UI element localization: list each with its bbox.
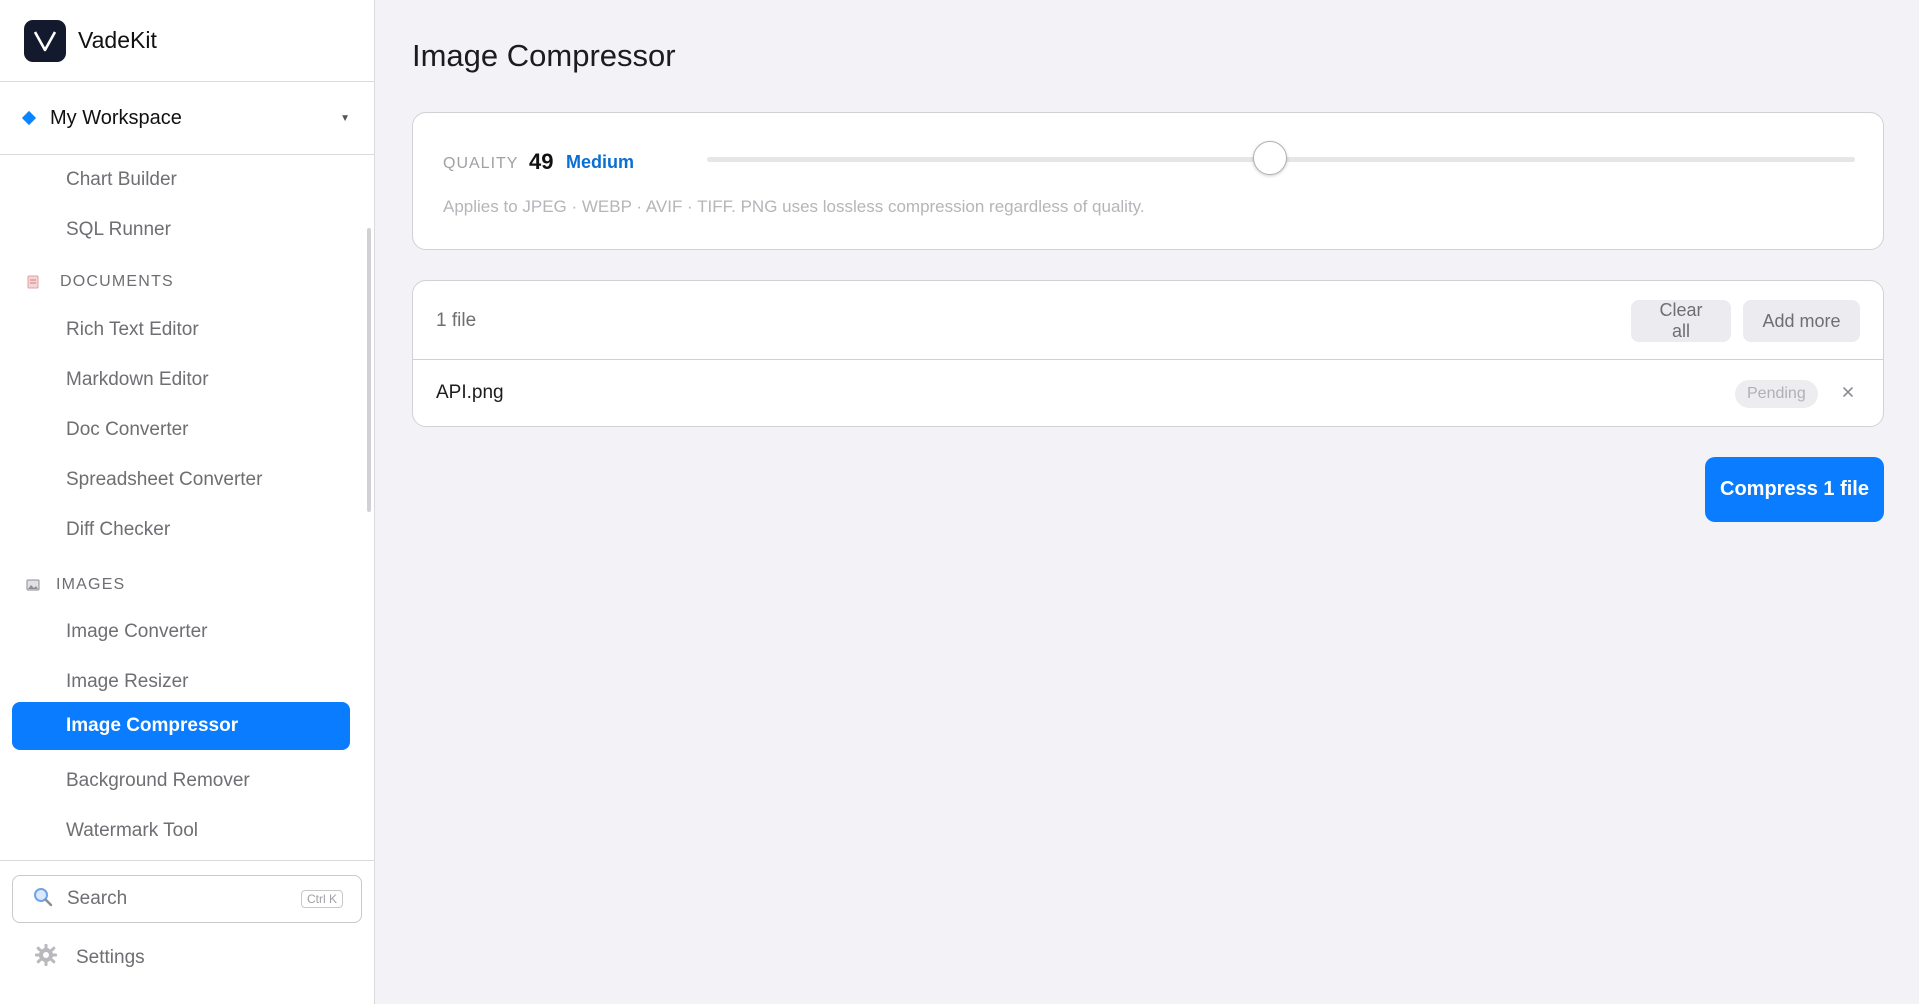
workspace-name: My Workspace (50, 106, 182, 129)
search-shortcut: Ctrl K (301, 890, 343, 908)
sidebar-item-doc-converter[interactable]: Doc Converter (12, 406, 350, 454)
section-header-documents: DOCUMENTS (26, 273, 174, 291)
file-row: API.png Pending (413, 360, 1883, 426)
quality-slider-thumb[interactable] (1252, 141, 1287, 175)
document-icon (26, 275, 40, 289)
diamond-icon (21, 110, 37, 126)
section-title: DOCUMENTS (60, 273, 174, 290)
caret-down-icon: ▼ (340, 112, 350, 124)
search-label: Search (67, 888, 128, 909)
brand: VadeKit (0, 0, 374, 82)
section-title: IMAGES (56, 576, 126, 593)
section-header-images: IMAGES (26, 576, 125, 594)
brand-name: VadeKit (78, 27, 157, 53)
file-name: API.png (436, 382, 504, 403)
add-more-button[interactable]: Add more (1743, 300, 1860, 342)
search-button[interactable]: Search Ctrl K (12, 875, 362, 923)
image-icon (26, 578, 40, 592)
sidebar-footer: Search Ctrl K Settings (0, 860, 374, 1004)
sidebar-item-watermark-tool[interactable]: Watermark Tool (12, 807, 350, 855)
settings-button[interactable]: Settings (34, 943, 145, 972)
files-count: 1 file (436, 310, 477, 331)
sidebar-item-markdown-editor[interactable]: Markdown Editor (12, 356, 350, 404)
remove-file-icon[interactable] (1838, 382, 1858, 402)
status-badge: Pending (1735, 380, 1818, 408)
sidebar-item-image-compressor[interactable]: Image Compressor (12, 702, 350, 750)
quality-label: QUALITY (443, 155, 519, 172)
compress-button[interactable]: Compress 1 file (1705, 457, 1884, 522)
sidebar: VadeKit My Workspace ▼ Chart Builder SQL… (0, 0, 375, 1004)
files-card: 1 file Clear all Add more API.png Pendin… (412, 280, 1884, 427)
sidebar-item-background-remover[interactable]: Background Remover (12, 757, 350, 805)
quality-note: Applies to JPEG · WEBP · AVIF · TIFF. PN… (443, 197, 1145, 216)
quality-card: QUALITY 49 Medium Applies to JPEG · WEBP… (412, 112, 1884, 250)
sidebar-item-image-converter[interactable]: Image Converter (12, 608, 350, 656)
search-icon (33, 887, 53, 912)
quality-level: Medium (566, 152, 635, 172)
sidebar-nav: Chart Builder SQL Runner DOCUMENTS Rich … (0, 156, 374, 860)
settings-label: Settings (76, 946, 145, 968)
workspace-switcher[interactable]: My Workspace ▼ (0, 82, 374, 155)
quality-value: 49 (529, 149, 554, 174)
sidebar-item-diff-checker[interactable]: Diff Checker (12, 506, 350, 554)
page-title: Image Compressor (412, 38, 676, 73)
sidebar-scrollbar[interactable] (367, 228, 371, 512)
files-header: 1 file Clear all Add more (413, 281, 1883, 360)
clear-all-button[interactable]: Clear all (1631, 300, 1731, 342)
sidebar-item-rich-text-editor[interactable]: Rich Text Editor (12, 306, 350, 354)
sidebar-item-chart-builder[interactable]: Chart Builder (12, 156, 350, 204)
vadekit-logo-icon (24, 19, 66, 62)
sidebar-item-image-resizer[interactable]: Image Resizer (12, 658, 350, 706)
sidebar-item-spreadsheet-converter[interactable]: Spreadsheet Converter (12, 456, 350, 504)
sidebar-item-sql-runner[interactable]: SQL Runner (12, 206, 350, 254)
gear-icon (34, 943, 58, 972)
